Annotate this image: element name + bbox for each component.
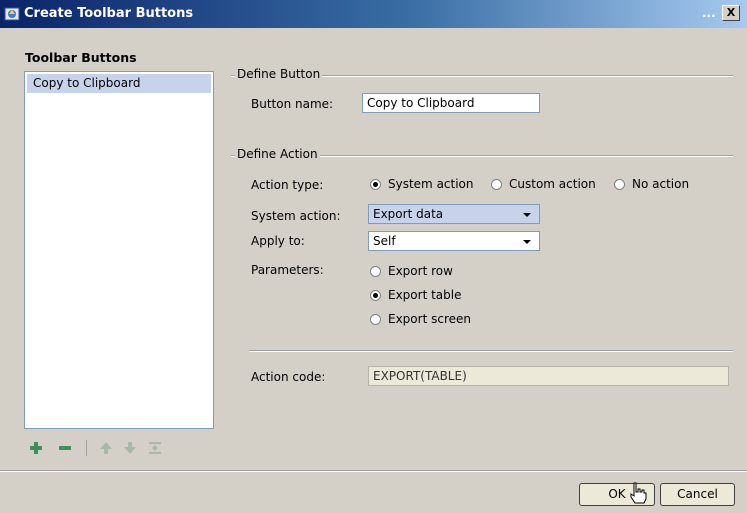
app-icon	[4, 7, 20, 21]
move-up-icon[interactable]	[98, 440, 114, 456]
action-code-field: EXPORT(TABLE)	[368, 366, 729, 386]
remove-icon[interactable]	[57, 440, 73, 456]
radio-no-action-indicator	[614, 178, 625, 190]
radio-system-action-label: System action	[388, 177, 474, 191]
close-icon: X	[726, 6, 736, 19]
system-action-value: Export data	[373, 207, 444, 221]
toolbar-divider	[86, 440, 87, 456]
toolbar-buttons-header: Toolbar Buttons	[25, 50, 137, 65]
parameters-label: Parameters:	[251, 263, 324, 277]
hand-cursor-icon	[630, 482, 647, 504]
add-icon[interactable]	[28, 440, 44, 456]
close-button[interactable]: X	[722, 5, 740, 21]
footer-separator	[0, 470, 747, 472]
chevron-down-icon	[523, 240, 531, 244]
radio-export-screen[interactable]: Export screen	[370, 312, 471, 326]
radio-export-table-label: Export table	[388, 288, 462, 302]
radio-custom-action-label: Custom action	[509, 177, 596, 191]
cancel-button[interactable]: Cancel	[660, 483, 735, 506]
title-ellipsis: ...	[702, 6, 716, 20]
radio-export-table-indicator	[370, 289, 381, 301]
action-code-separator	[249, 350, 733, 352]
list-item-label: Copy to Clipboard	[33, 76, 141, 90]
distribute-icon[interactable]	[147, 440, 163, 456]
apply-to-value: Self	[373, 234, 396, 248]
title-bar[interactable]: Create Toolbar Buttons ... X	[0, 0, 747, 28]
radio-export-row-indicator	[370, 265, 381, 277]
radio-custom-action-indicator	[491, 178, 502, 190]
define-action-group-label: Define Action	[235, 147, 320, 161]
system-action-label: System action:	[251, 209, 341, 223]
button-name-input[interactable]: Copy to Clipboard	[362, 93, 540, 113]
radio-no-action[interactable]: No action	[614, 177, 689, 191]
radio-export-screen-indicator	[370, 313, 381, 325]
button-name-label: Button name:	[251, 97, 334, 111]
radio-system-action[interactable]: System action	[370, 177, 474, 191]
radio-system-action-indicator	[370, 178, 381, 190]
radio-export-row-label: Export row	[388, 264, 453, 278]
system-action-select[interactable]: Export data	[368, 204, 540, 224]
radio-export-screen-label: Export screen	[388, 312, 471, 326]
apply-to-select[interactable]: Self	[368, 231, 540, 251]
apply-to-label: Apply to:	[251, 234, 305, 248]
list-item-copy-to-clipboard[interactable]: Copy to Clipboard	[27, 74, 211, 93]
dialog-window: Create Toolbar Buttons ... X Toolbar But…	[0, 0, 747, 513]
toolbar-buttons-list[interactable]: Copy to Clipboard	[24, 71, 214, 429]
radio-export-row[interactable]: Export row	[370, 264, 453, 278]
action-type-label: Action type:	[251, 178, 324, 192]
chevron-down-icon	[523, 213, 531, 217]
action-code-label: Action code:	[251, 370, 326, 384]
radio-custom-action[interactable]: Custom action	[491, 177, 596, 191]
move-down-icon[interactable]	[122, 440, 138, 456]
radio-no-action-label: No action	[632, 177, 690, 191]
define-button-group-label: Define Button	[235, 67, 323, 81]
window-title: Create Toolbar Buttons	[24, 6, 194, 21]
radio-export-table[interactable]: Export table	[370, 288, 462, 302]
